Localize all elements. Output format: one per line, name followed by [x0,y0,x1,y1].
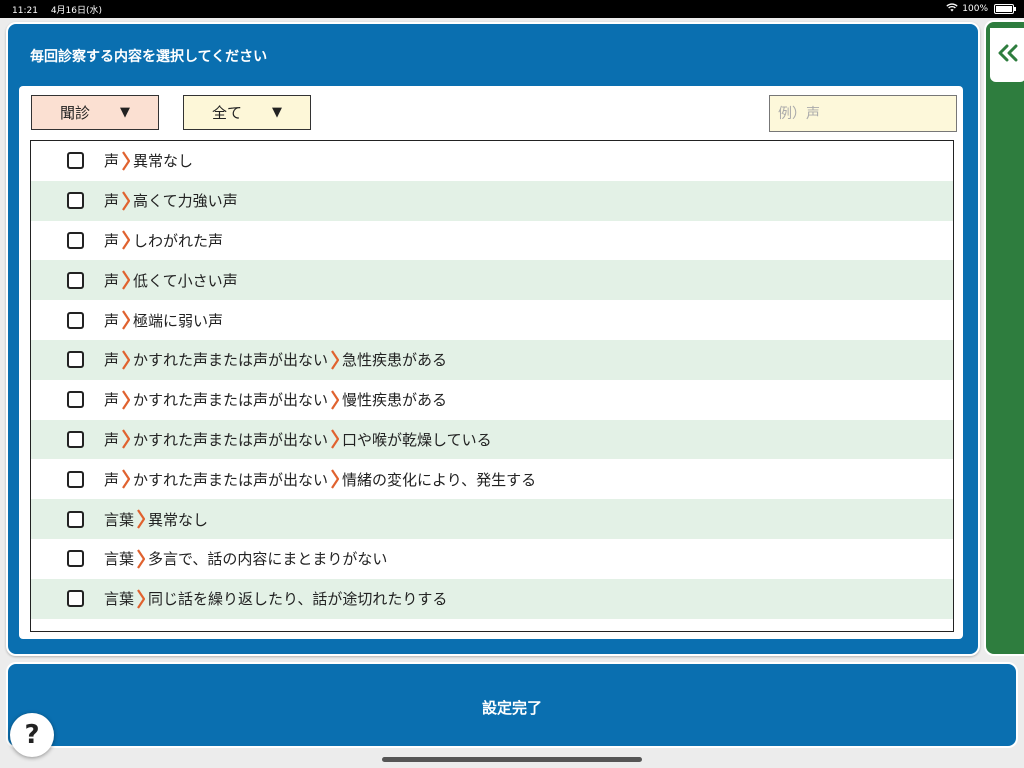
chevron-right-icon [331,429,340,450]
list-item-label: 同じ話を繰り返したり、話が途切れたりする [148,590,448,609]
checkbox[interactable] [67,271,84,289]
checkbox[interactable] [67,550,84,568]
list-item-label: かすれた声または声が出ない [133,391,329,410]
chevron-right-icon [122,151,131,171]
list-item-label: 情緒の変化により、発生する [342,470,537,489]
list-item[interactable]: 声かすれた声または声が出ない 口や喉が乾燥している [31,419,953,460]
checkbox[interactable] [67,510,84,528]
category-filter-label: 聞診 [59,104,90,122]
checkbox[interactable] [67,430,84,448]
double-chevron-left-icon [997,44,1019,66]
settings-complete-label: 設定完了 [481,699,542,717]
scope-filter-label: 全て [211,104,242,122]
chevron-right-icon [331,469,340,489]
list-item-label: 声 [104,192,120,211]
list-item-label: 高くて力強い声 [133,192,238,211]
help-button[interactable]: ? [10,713,54,757]
side-panel [984,20,1024,656]
list-item-label: 極端に弱い声 [133,311,224,330]
list-item-label: 異常なし [133,152,194,171]
list-item-label: 言葉 [104,510,135,529]
scope-filter-dropdown[interactable]: 全て ▼ [183,95,311,130]
chevron-right-icon [122,350,131,370]
list-item[interactable]: 言葉 異常なし [31,499,953,539]
list-item-label: 声 [104,271,120,290]
chevron-right-icon [331,390,340,410]
list-item[interactable]: 言葉 多言で、話の内容にまとまりがない [31,539,953,579]
checkbox[interactable] [67,391,84,409]
list-item-label: かすれた声または声が出ない [133,430,329,449]
home-indicator [382,757,642,762]
status-date: 4月16日(水) [50,6,103,16]
checkbox[interactable] [67,470,84,488]
chevron-right-icon [122,191,131,211]
list-item[interactable]: 言葉 同じ話を繰り返したり、話が途切れたりする [31,578,953,619]
wifi-icon [946,3,958,15]
chevron-right-icon [137,509,146,529]
category-filter-dropdown[interactable]: 聞診 ▼ [31,95,159,130]
settings-complete-button[interactable]: 設定完了 [6,662,1018,748]
dropdown-arrow-icon: ▼ [272,105,282,120]
checkbox[interactable] [67,192,84,210]
list-item-label: 声 [104,470,120,489]
list-item[interactable]: 声かすれた声または声が出ない 急性疾患がある [31,339,953,380]
chevron-right-icon [122,270,131,290]
list-item-label: 低くて小さい声 [133,271,238,290]
checkbox[interactable] [67,311,84,329]
status-bar: 11:21 4月16日(水) 100% [0,0,1024,18]
list-item-label: 声 [104,430,120,449]
status-time: 11:21 [12,6,38,16]
chevron-right-icon [137,549,146,569]
list-item[interactable]: 声かすれた声または声が出ない 情緒の変化により、発生する [31,459,953,499]
list-item[interactable]: 声高くて力強い声 [31,180,953,221]
selection-panel: 毎回診察する内容を選択してください 聞診 ▼ 全て ▼ 声異常なし声高くて力強い… [6,22,980,656]
list-item-label: 声 [104,231,120,250]
chevron-right-icon [122,429,131,450]
list-item-label: 声 [104,351,120,370]
chevron-right-icon [331,350,340,370]
list-item-label: かすれた声または声が出ない [133,351,329,370]
dropdown-arrow-icon: ▼ [120,105,130,120]
collapse-tab-button[interactable] [990,28,1024,82]
list-item-label: 異常なし [148,510,209,529]
chevron-right-icon [122,469,131,489]
list-item-label: 声 [104,391,120,410]
list-item-label: 口や喉が乾燥している [342,430,492,449]
chevron-right-icon [122,310,131,330]
list-item[interactable]: 声極端に弱い声 [31,300,953,340]
checkbox[interactable] [67,351,84,369]
list-item-label: 多言で、話の内容にまとまりがない [148,550,388,569]
list-item-label: 声 [104,152,120,171]
chevron-right-icon [122,390,131,410]
list-item[interactable]: 声しわがれた声 [31,221,953,261]
list-item-label: かすれた声または声が出ない [133,470,329,489]
list-item-label: しわがれた声 [133,231,224,250]
list-item[interactable]: 声かすれた声または声が出ない 慢性疾患がある [31,380,953,420]
list-item[interactable]: 声低くて小さい声 [31,260,953,301]
page-title: 毎回診察する内容を選択してください [30,49,268,65]
list-item-label: 言葉 [104,590,135,609]
list-item[interactable]: 声異常なし [31,141,953,181]
checkbox[interactable] [67,231,84,249]
checkbox[interactable] [67,152,84,170]
chevron-right-icon [122,230,131,251]
list-item-label: 声 [104,311,120,330]
search-input[interactable] [769,95,957,132]
list-item-label: 慢性疾患がある [342,391,448,410]
chevron-right-icon [137,589,146,609]
help-label: ? [24,720,40,750]
checkbox[interactable] [67,590,84,608]
battery-percent: 100% [962,4,988,14]
item-list[interactable]: 声異常なし声高くて力強い声声しわがれた声声低くて小さい声声極端に弱い声声かすれた… [30,140,954,632]
list-item-label: 急性疾患がある [342,351,448,370]
list-item-label: 言葉 [104,550,135,569]
battery-icon [994,4,1016,14]
content-area: 聞診 ▼ 全て ▼ 声異常なし声高くて力強い声声しわがれた声声低くて小さい声声極… [19,86,963,639]
